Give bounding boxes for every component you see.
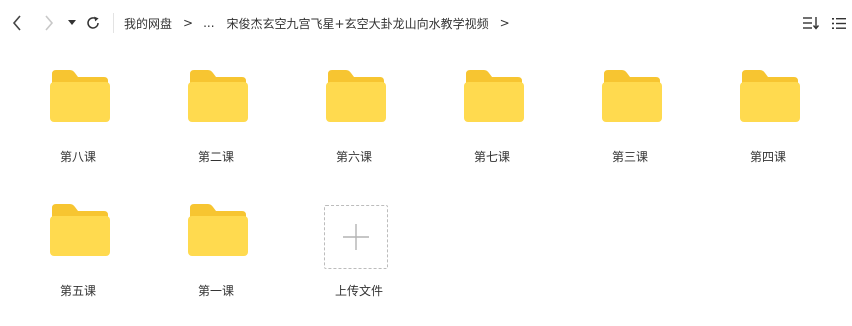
breadcrumb-item-ellipsis[interactable]: ... xyxy=(203,16,214,30)
forward-button[interactable] xyxy=(40,13,58,33)
refresh-icon xyxy=(87,16,99,29)
folder-item[interactable]: 第四课 xyxy=(708,56,828,176)
folder-item[interactable]: 第七课 xyxy=(432,56,552,176)
folder-name: 第三课 xyxy=(611,150,648,164)
toolbar: 我的网盘 > ... 宋俊杰玄空九宫飞星+玄空大卦龙山向水教学视频 > xyxy=(0,0,852,46)
folder-icon xyxy=(738,70,800,124)
upload-label: 上传文件 xyxy=(334,284,383,298)
caret-down-icon xyxy=(68,20,76,25)
upload-file-item[interactable]: 上传文件 xyxy=(299,202,419,322)
toolbar-divider xyxy=(113,13,114,33)
list-view-icon xyxy=(832,17,846,29)
back-button[interactable] xyxy=(8,13,26,33)
folder-icon xyxy=(324,70,386,124)
upload-button[interactable] xyxy=(324,205,388,269)
folder-name: 第七课 xyxy=(473,150,510,164)
breadcrumb-separator: > xyxy=(183,16,194,30)
chevron-left-icon xyxy=(12,15,21,31)
folder-item[interactable]: 第五课 xyxy=(18,190,138,310)
sort-button[interactable] xyxy=(800,13,822,33)
folder-name: 第五课 xyxy=(59,284,96,298)
folder-name: 第六课 xyxy=(335,150,372,164)
folder-icon xyxy=(462,70,524,124)
breadcrumb-item-root[interactable]: 我的网盘 xyxy=(124,15,172,32)
folder-item[interactable]: 第八课 xyxy=(18,56,138,176)
breadcrumb-separator: > xyxy=(499,16,510,30)
folder-icon xyxy=(600,70,662,124)
folder-item[interactable]: 第一课 xyxy=(156,190,276,310)
folder-name: 第四课 xyxy=(749,150,786,164)
folder-item[interactable]: 第二课 xyxy=(156,56,276,176)
folder-icon xyxy=(48,204,110,258)
list-view-button[interactable] xyxy=(830,13,848,33)
breadcrumb: 我的网盘 > ... 宋俊杰玄空九宫飞星+玄空大卦龙山向水教学视频 > xyxy=(124,14,520,32)
plus-icon xyxy=(343,224,369,250)
folder-name: 第二课 xyxy=(197,150,234,164)
folder-icon xyxy=(48,70,110,124)
folder-item[interactable]: 第六课 xyxy=(294,56,414,176)
folder-icon xyxy=(186,70,248,124)
chevron-right-icon xyxy=(45,15,54,31)
sort-icon xyxy=(803,17,820,30)
history-dropdown-button[interactable] xyxy=(66,16,78,30)
folder-name: 第八课 xyxy=(59,150,96,164)
refresh-button[interactable] xyxy=(84,13,102,33)
folder-item[interactable]: 第三课 xyxy=(570,56,690,176)
folder-icon xyxy=(186,204,248,258)
breadcrumb-item-current-folder[interactable]: 宋俊杰玄空九宫飞星+玄空大卦龙山向水教学视频 xyxy=(227,15,489,32)
folder-name: 第一课 xyxy=(197,284,234,298)
